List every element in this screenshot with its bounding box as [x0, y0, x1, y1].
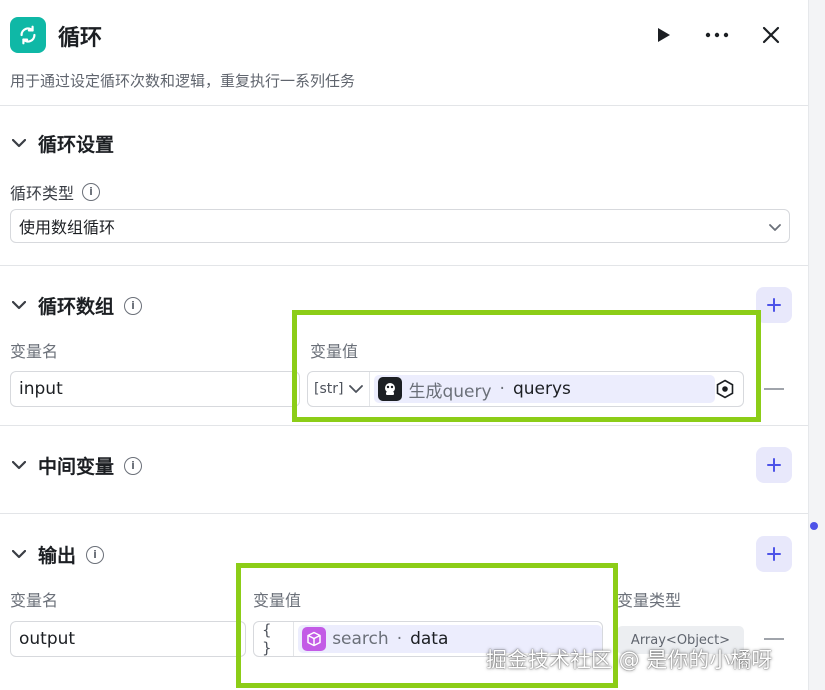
add-loop-array-button[interactable] [756, 287, 792, 323]
divider [0, 425, 808, 426]
info-icon[interactable]: i [82, 183, 101, 201]
section-title: 中间变量 [38, 456, 115, 478]
more-icon[interactable] [700, 18, 734, 52]
loop-type-value: 使用数组循环 [19, 218, 116, 237]
remove-loop-var-button[interactable] [764, 388, 784, 390]
var-name-header: 变量名 [10, 591, 59, 610]
play-icon[interactable] [646, 18, 680, 52]
scroll-indicator[interactable] [810, 522, 818, 530]
loop-type-label-row: 循环类型 i [10, 180, 101, 204]
divider [0, 513, 808, 514]
section-output[interactable]: 输出 i [10, 541, 105, 568]
loop-icon [10, 17, 46, 53]
chevron-down-icon[interactable] [10, 457, 28, 475]
highlight-box [292, 310, 761, 422]
chevron-down-icon[interactable] [10, 297, 28, 315]
add-intermediate-button[interactable] [756, 447, 792, 483]
loop-type-label: 循环类型 [10, 184, 75, 203]
loop-var-name-input[interactable]: input [10, 371, 300, 407]
watermark: 掘金技术社区 @ 是你的小橘呀 [486, 648, 773, 672]
loop-type-select[interactable]: 使用数组循环 [10, 209, 790, 243]
node-description: 用于通过设定循环次数和逻辑，重复执行一系列任务 [10, 72, 356, 90]
chevron-down-icon [769, 217, 781, 236]
chevron-down-icon[interactable] [10, 135, 28, 153]
divider [0, 105, 808, 106]
section-loop-array[interactable]: 循环数组 i [10, 292, 143, 319]
info-icon[interactable]: i [124, 296, 143, 315]
section-loop-settings[interactable]: 循环设置 [10, 130, 114, 157]
chevron-down-icon[interactable] [10, 546, 28, 564]
loop-node-panel: 循环 用于通过设定循环次数和逻辑，重复执行一系列任务 循环设置 循环类型 i 使… [0, 0, 808, 690]
node-title[interactable]: 循环 [58, 20, 102, 52]
close-icon[interactable] [754, 18, 788, 52]
output-var-name-input[interactable]: output [10, 621, 246, 657]
info-icon[interactable]: i [124, 456, 143, 475]
section-title: 输出 [38, 545, 77, 567]
scrollbar-track[interactable] [808, 0, 825, 690]
info-icon[interactable]: i [86, 545, 105, 564]
section-title: 循环数组 [38, 296, 115, 318]
add-output-button[interactable] [756, 536, 792, 572]
var-type-header: 变量类型 [617, 591, 682, 610]
section-intermediate[interactable]: 中间变量 i [10, 452, 143, 479]
section-title: 循环设置 [38, 134, 115, 156]
divider [0, 265, 808, 266]
remove-output-var-button[interactable] [764, 638, 784, 640]
var-name-header: 变量名 [10, 342, 59, 361]
